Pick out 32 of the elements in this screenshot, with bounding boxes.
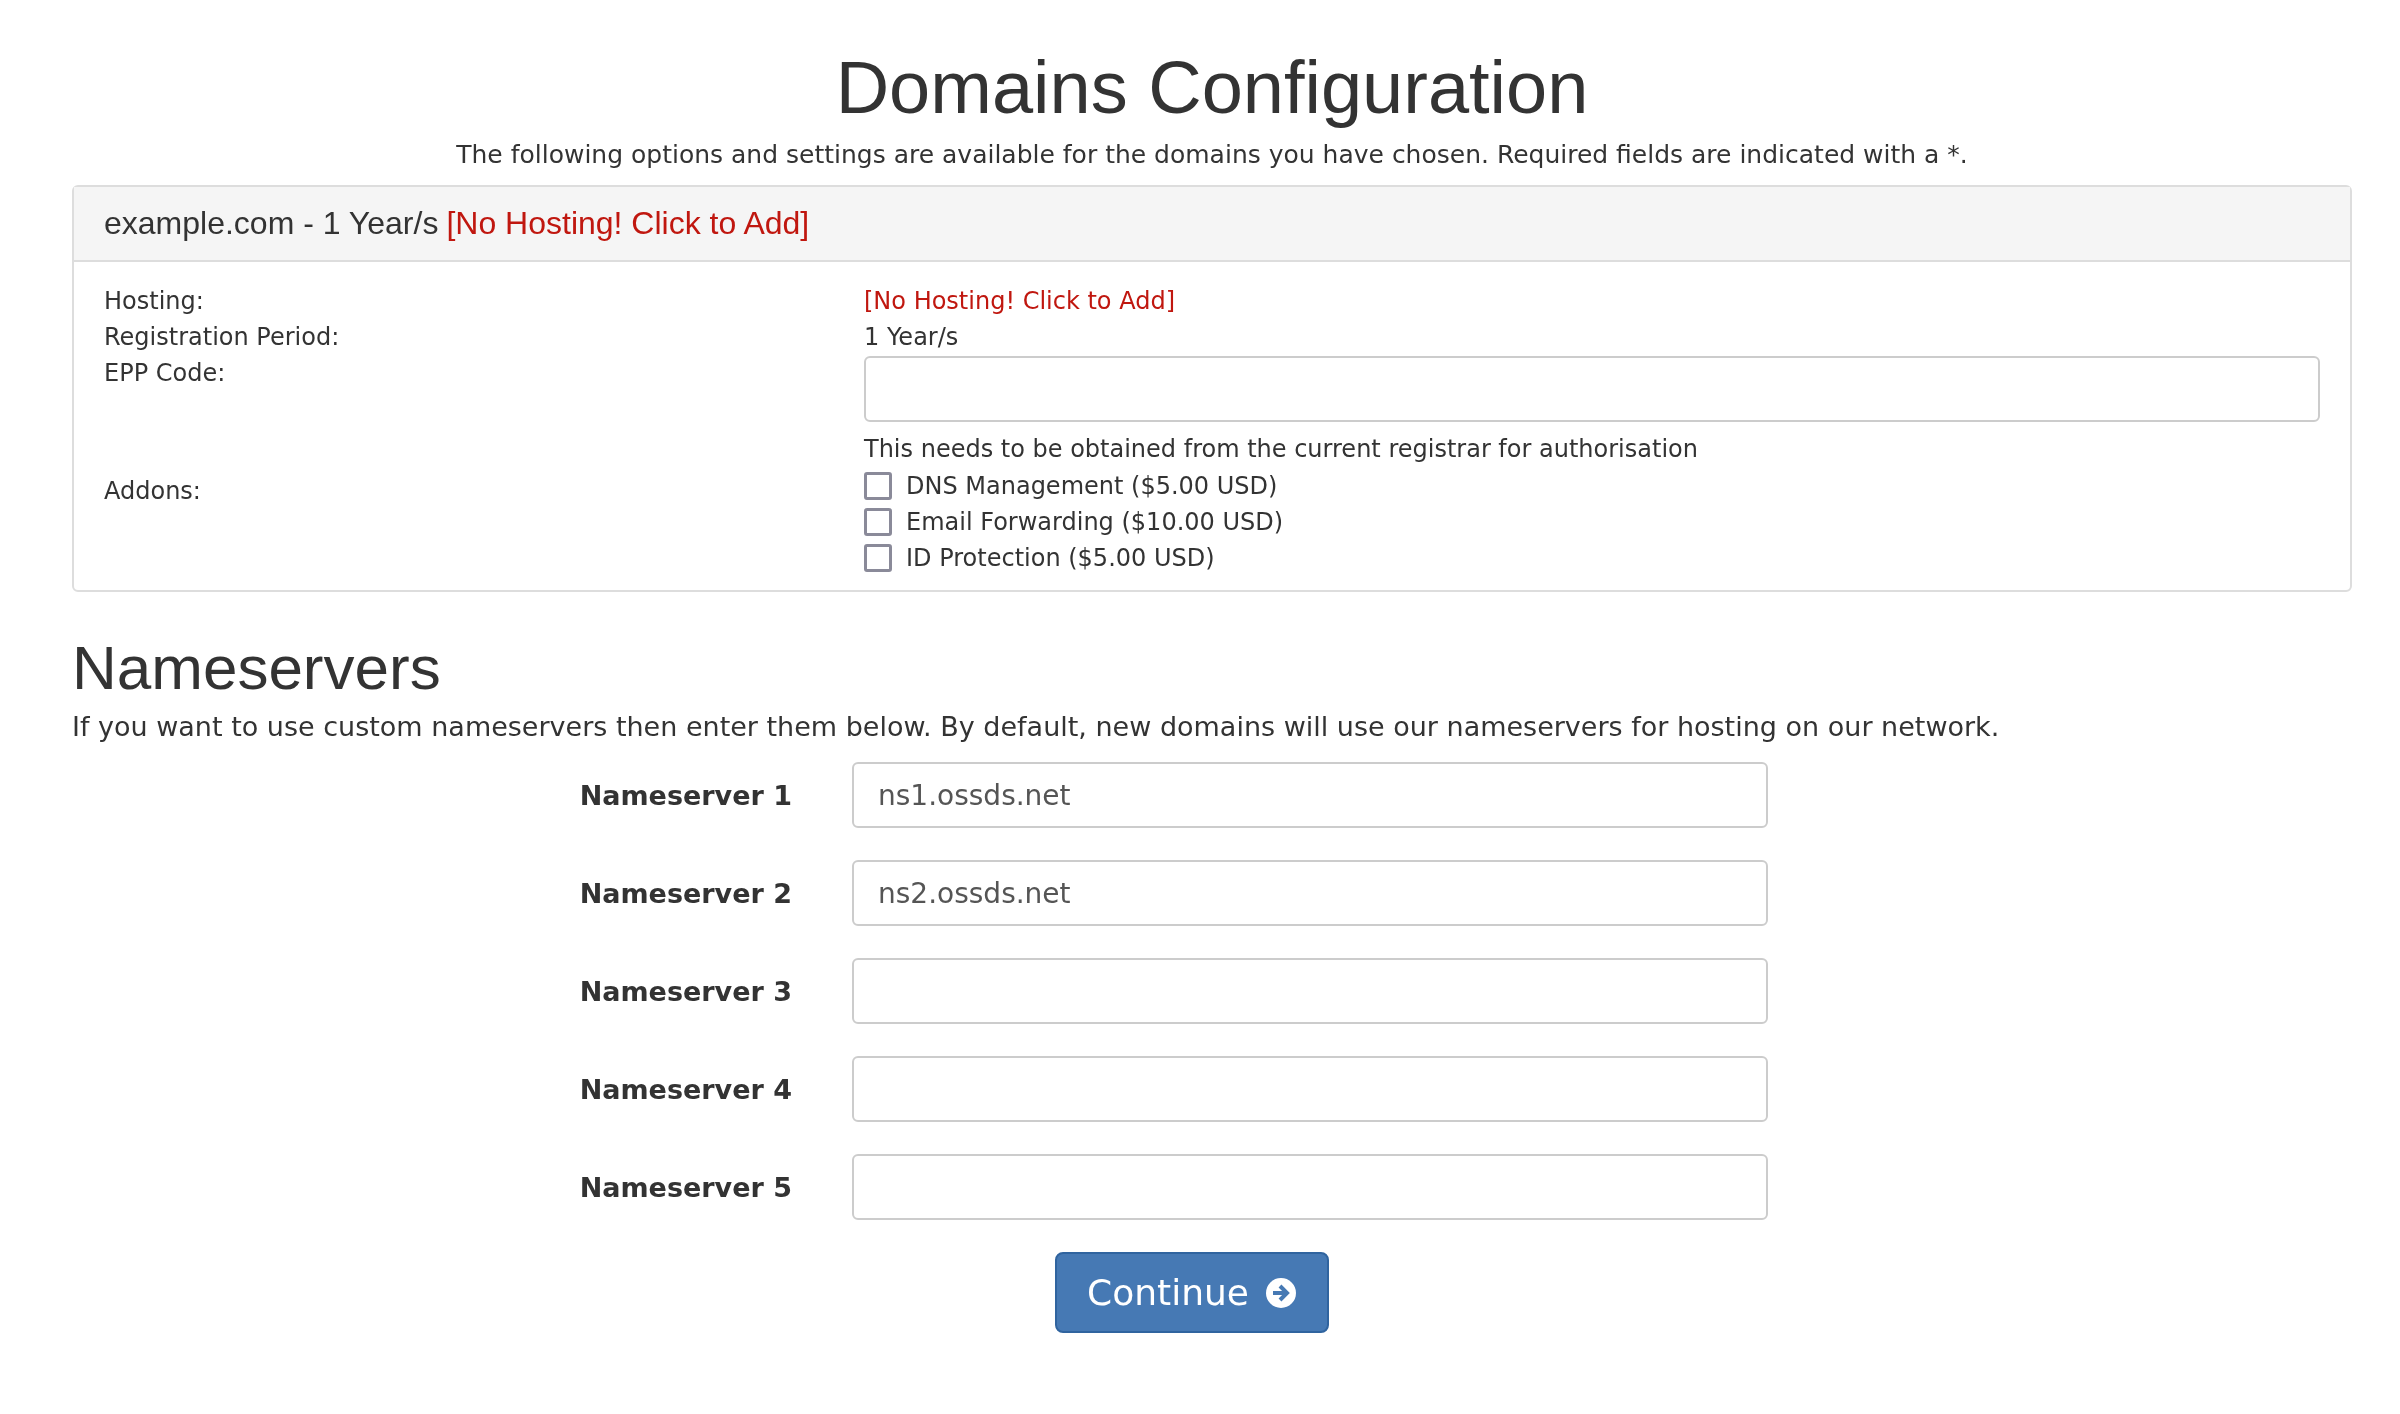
addon-label: ID Protection ($5.00 USD) (906, 543, 1215, 575)
field-label: Hosting: (104, 286, 205, 318)
field-label: EPP Code: (104, 358, 227, 390)
nameservers-description: If you want to use custom nameservers then enter them below. By default, new domains will use our nameservers for hosting on our network. (72, 711, 2001, 743)
nameserver-label: Nameserver 2 (579, 877, 793, 909)
nameserver-input[interactable] (852, 1056, 1768, 1123)
addon-label: DNS Management ($5.00 USD) (906, 471, 1278, 503)
nameserver-input[interactable]: ns1.ossds.net (852, 762, 1768, 829)
epp-help-text: This needs to be obtained from the current registrar for authorisation (864, 434, 1699, 466)
add-hosting-link[interactable]: [No Hosting! Click to Add] (864, 287, 1175, 316)
add-hosting-link[interactable]: [No Hosting! Click to Add] (446, 205, 810, 243)
field-label: Addons: (104, 476, 202, 508)
addon-checkbox[interactable] (864, 508, 892, 537)
nameserver-label: Nameserver 5 (579, 1171, 793, 1203)
registration-period-value: 1 Year/s (864, 322, 960, 354)
addon-label: Email Forwarding ($10.00 USD) (906, 507, 1284, 539)
intro-text: The following options and settings are available for the domains you have chosen. Required fields are indicated with a *. (455, 140, 1969, 170)
nameserver-label: Nameserver 1 (579, 779, 793, 811)
nameserver-label: Nameserver 4 (579, 1073, 793, 1105)
nameserver-input[interactable] (852, 958, 1768, 1025)
nameserver-input[interactable] (852, 1154, 1768, 1221)
nameserver-input[interactable]: ns2.ossds.net (852, 860, 1768, 927)
nameservers-heading: Nameservers (72, 632, 442, 704)
page-title: Domains Configuration (834, 45, 1590, 131)
nameserver-label: Nameserver 3 (579, 975, 793, 1007)
addon-checkbox[interactable] (864, 472, 892, 501)
addon-checkbox[interactable] (864, 544, 892, 573)
field-label: Registration Period: (104, 322, 341, 354)
arrow-circle-icon (1264, 1276, 1297, 1309)
continue-button[interactable]: Continue (1055, 1252, 1329, 1334)
epp-code-input[interactable] (864, 356, 2320, 423)
domain-name: example.com - 1 Year/s (104, 205, 439, 243)
